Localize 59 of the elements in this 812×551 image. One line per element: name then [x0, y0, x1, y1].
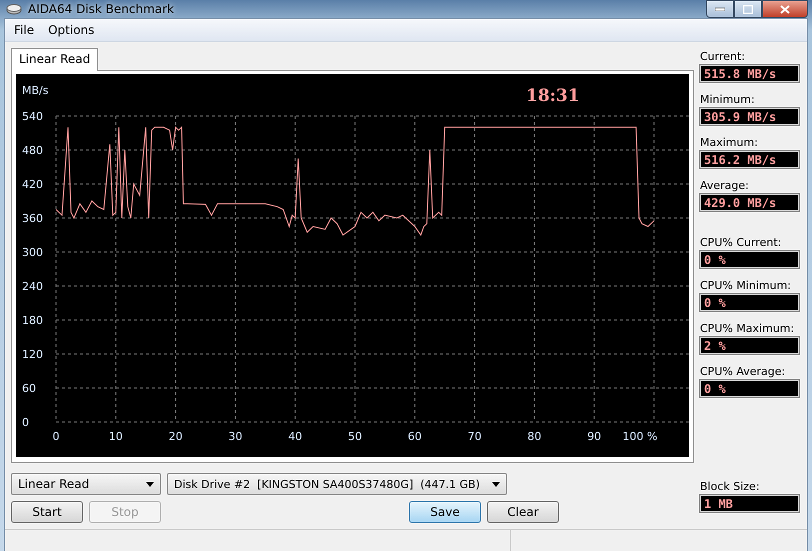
stat-value: 1 MB: [700, 495, 799, 512]
stat-value: 516.2 MB/s: [700, 151, 799, 168]
stat-value: 0 %: [700, 294, 799, 311]
close-icon: [780, 4, 790, 14]
stat-value: 429.0 MB/s: [700, 194, 799, 211]
dropdown-caret-icon: [492, 482, 500, 486]
action-button[interactable]: Start: [11, 501, 83, 523]
stat-label: Block Size:: [700, 480, 761, 493]
stat-value: 2 %: [700, 337, 799, 354]
x-tick-label: 100 %: [622, 430, 658, 443]
stat-value: 515.8 MB/s: [700, 65, 799, 82]
stat-label: Minimum:: [700, 93, 756, 106]
y-tick-label: 60: [22, 382, 36, 395]
x-tick-label: 0: [52, 430, 60, 443]
stat-label: Current:: [700, 50, 746, 63]
menu-item[interactable]: File: [8, 21, 40, 39]
y-tick-label: 480: [22, 144, 43, 157]
x-tick-label: 40: [288, 430, 302, 443]
disk-drive-icon: [6, 3, 22, 15]
menu-item[interactable]: Options: [42, 21, 100, 39]
stat-value: 0 %: [700, 251, 799, 268]
stat-label: CPU% Average:: [700, 365, 786, 378]
maximize-button[interactable]: [734, 0, 762, 18]
action-button[interactable]: Save: [409, 501, 481, 523]
stat-label: Average:: [700, 179, 750, 192]
drive-dropdown[interactable]: Disk Drive #2 [KINGSTON SA400S37480G] (447.1 GB): [167, 473, 507, 495]
y-tick-label: 120: [22, 348, 43, 361]
y-tick-label: 540: [22, 110, 43, 123]
x-tick-label: 20: [168, 430, 183, 443]
tab[interactable]: Linear Read: [11, 48, 98, 71]
stat-value: 0 %: [700, 380, 799, 397]
x-tick-label: 80: [527, 430, 542, 443]
minimize-icon: [715, 7, 725, 11]
y-axis-label: MB/s: [22, 84, 48, 97]
close-button[interactable]: [762, 0, 808, 18]
stat-label: CPU% Current:: [700, 236, 782, 249]
mode-dropdown[interactable]: Linear Read: [11, 473, 161, 495]
stat-label: CPU% Minimum:: [700, 279, 792, 292]
y-tick-label: 420: [22, 178, 43, 191]
y-tick-label: 180: [22, 314, 43, 327]
y-tick-label: 240: [22, 280, 43, 293]
x-tick-label: 50: [348, 430, 362, 443]
maximize-icon: [743, 4, 753, 14]
minimize-button[interactable]: [706, 0, 734, 18]
x-tick-label: 90: [587, 430, 602, 443]
x-tick-label: 30: [228, 430, 242, 443]
x-tick-label: 60: [408, 430, 422, 443]
elapsed-time: 18:31: [526, 86, 580, 106]
dropdown-caret-icon: [146, 482, 154, 486]
y-tick-label: 300: [22, 246, 43, 259]
action-button[interactable]: Clear: [487, 501, 559, 523]
x-tick-label: 10: [108, 430, 123, 443]
stat-label: CPU% Maximum:: [700, 322, 796, 335]
y-tick-label: 0: [22, 416, 29, 429]
window-title: AIDA64 Disk Benchmark: [28, 2, 174, 16]
y-tick-label: 360: [22, 212, 43, 225]
stat-label: Maximum:: [700, 136, 759, 149]
stat-value: 305.9 MB/s: [700, 108, 799, 125]
x-tick-label: 70: [468, 430, 482, 443]
